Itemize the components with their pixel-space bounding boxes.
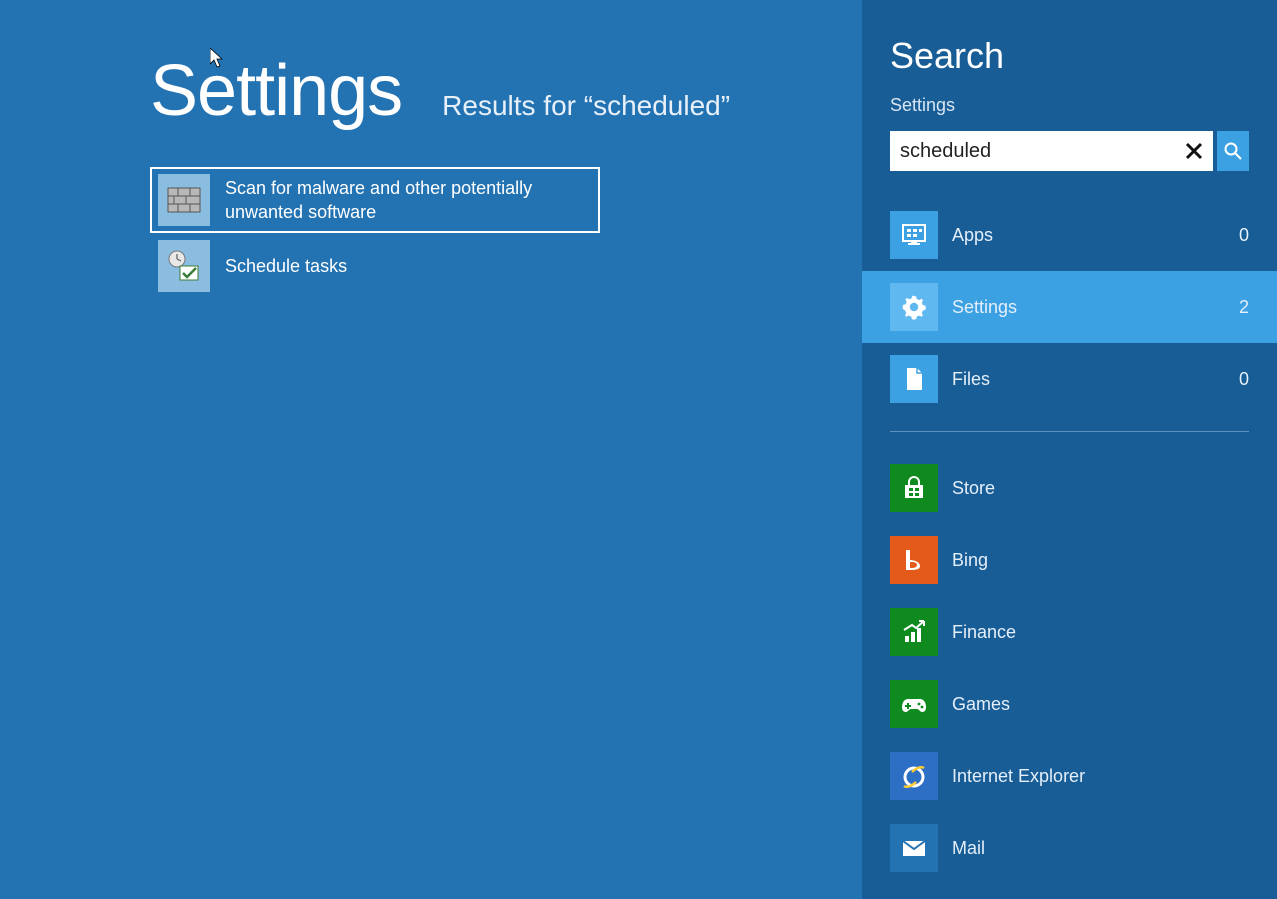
gear-icon (890, 283, 938, 331)
store-icon (890, 464, 938, 512)
ie-icon (890, 752, 938, 800)
app-bing[interactable]: Bing (890, 524, 1249, 596)
results-header: Settings Results for “scheduled” (150, 50, 862, 132)
finance-icon (890, 608, 938, 656)
app-label: Finance (952, 622, 1016, 643)
app-internet-explorer[interactable]: Internet Explorer (890, 740, 1249, 812)
results-subtitle: Results for “scheduled” (442, 90, 730, 122)
app-store[interactable]: Store (890, 452, 1249, 524)
app-label: Mail (952, 838, 985, 859)
search-panel: Search Settings Apps 0 Settings 2 (862, 0, 1277, 899)
app-finance[interactable]: Finance (890, 596, 1249, 668)
mail-icon (890, 824, 938, 872)
bing-icon (890, 536, 938, 584)
result-label: Scan for malware and other potentially u… (225, 176, 592, 225)
app-label: Games (952, 694, 1010, 715)
scope-list: Apps 0 Settings 2 Files 0 (862, 199, 1277, 415)
app-label: Store (952, 478, 995, 499)
divider (890, 431, 1249, 432)
search-button[interactable] (1217, 131, 1249, 171)
scope-count: 2 (1239, 297, 1249, 318)
scope-count: 0 (1239, 369, 1249, 390)
scope-label: Files (952, 369, 1225, 390)
app-label: Bing (952, 550, 988, 571)
scope-files[interactable]: Files 0 (862, 343, 1277, 415)
task-scheduler-icon (158, 240, 210, 292)
search-title: Search (890, 35, 1249, 77)
search-row (890, 131, 1249, 171)
search-box (890, 131, 1213, 171)
result-label: Schedule tasks (225, 254, 347, 278)
games-icon (890, 680, 938, 728)
app-games[interactable]: Games (890, 668, 1249, 740)
search-input[interactable] (890, 134, 1175, 169)
firewall-icon (158, 174, 210, 226)
page-title: Settings (150, 50, 402, 132)
result-scan-malware[interactable]: Scan for malware and other potentially u… (150, 167, 600, 233)
results-pane: Settings Results for “scheduled” S (0, 0, 862, 899)
file-icon (890, 355, 938, 403)
app-mail[interactable]: Mail (890, 812, 1249, 884)
apps-icon (890, 211, 938, 259)
result-schedule-tasks[interactable]: Schedule tasks (150, 233, 600, 299)
results-list: Scan for malware and other potentially u… (150, 167, 600, 299)
search-scope-label: Settings (890, 95, 1249, 116)
scope-label: Apps (952, 225, 1225, 246)
app-label: Internet Explorer (952, 766, 1085, 787)
scope-count: 0 (1239, 225, 1249, 246)
clear-search-button[interactable] (1175, 131, 1213, 171)
scope-settings[interactable]: Settings 2 (862, 271, 1277, 343)
scope-label: Settings (952, 297, 1225, 318)
app-search-list: Store Bing Finance Games Internet Explor… (890, 452, 1249, 884)
scope-apps[interactable]: Apps 0 (862, 199, 1277, 271)
